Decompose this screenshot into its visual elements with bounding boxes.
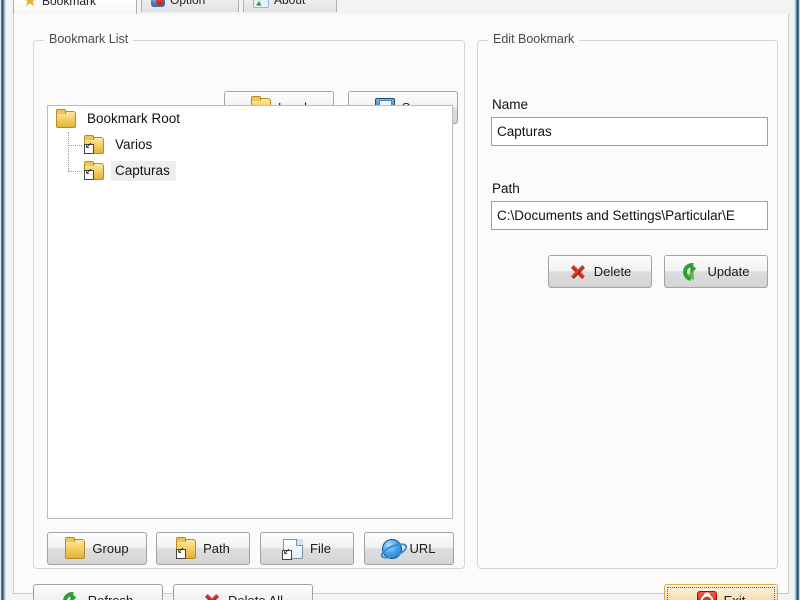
- document-link-icon: [282, 538, 304, 560]
- refresh-button-label: Refresh: [88, 594, 134, 600]
- tab-option-label: Option: [170, 0, 205, 7]
- folder-icon: [65, 536, 86, 559]
- tree-node-label: Varios: [115, 137, 153, 152]
- tab-page-bookmark: Bookmark List Load Save Bookmark Root: [13, 14, 789, 600]
- tab-bookmark[interactable]: Bookmark: [13, 0, 137, 14]
- tree-node-label: Bookmark Root: [87, 111, 181, 126]
- globe-icon: [382, 538, 403, 559]
- add-path-button[interactable]: Path: [156, 532, 250, 565]
- focus-ring: [667, 587, 775, 600]
- refresh-button[interactable]: Refresh: [33, 584, 163, 600]
- add-file-button[interactable]: File: [260, 532, 354, 565]
- tab-about[interactable]: About: [243, 0, 337, 12]
- red-x-icon: [203, 592, 221, 600]
- name-label: Name: [492, 97, 529, 112]
- add-file-button-label: File: [310, 541, 331, 556]
- tab-about-label: About: [274, 0, 305, 7]
- red-x-icon: [569, 263, 587, 281]
- tree-node-root[interactable]: Bookmark Root: [48, 106, 452, 132]
- green-refresh-icon: [59, 587, 85, 600]
- exit-button[interactable]: Exit: [664, 584, 778, 600]
- folder-icon: [56, 108, 76, 128]
- delete-button[interactable]: Delete: [548, 255, 652, 288]
- tree-node-varios[interactable]: Varios: [48, 132, 452, 158]
- add-url-button[interactable]: URL: [364, 532, 454, 565]
- tab-option[interactable]: Option: [141, 0, 239, 12]
- bookmark-star-icon: [23, 0, 37, 7]
- bookmark-list-group: Bookmark List Load Save Bookmark Root: [33, 32, 465, 569]
- folder-link-icon: [84, 160, 104, 180]
- edit-bookmark-group: Edit Bookmark Name Path Delete Update: [477, 32, 778, 569]
- delete-all-button-label: Delete All: [228, 594, 283, 600]
- update-button[interactable]: Update: [664, 255, 768, 288]
- tree-node-capturas[interactable]: Capturas: [48, 158, 452, 184]
- name-input[interactable]: [491, 117, 768, 146]
- folder-link-icon: [84, 134, 104, 154]
- path-label: Path: [492, 181, 520, 196]
- bookmark-tree[interactable]: Bookmark Root Varios: [47, 105, 453, 519]
- application-window: Bookmark Option About Bookmark List: [0, 0, 800, 600]
- delete-all-button[interactable]: Delete All: [173, 584, 313, 600]
- update-button-label: Update: [707, 264, 750, 279]
- option-gear-icon: [151, 0, 165, 7]
- bookmark-list-group-title: Bookmark List: [44, 32, 134, 46]
- add-group-button[interactable]: Group: [47, 532, 147, 565]
- add-group-button-label: Group: [92, 541, 129, 556]
- red-power-icon: [696, 590, 717, 600]
- about-image-icon: [253, 0, 269, 8]
- green-refresh-icon: [678, 258, 705, 285]
- delete-button-label: Delete: [593, 264, 632, 279]
- path-input[interactable]: [491, 201, 768, 230]
- edit-bookmark-group-title: Edit Bookmark: [488, 32, 580, 46]
- exit-button-label: Exit: [724, 594, 746, 600]
- add-url-button-label: URL: [409, 541, 436, 556]
- tree-node-label: Capturas: [111, 161, 176, 181]
- tab-strip: Bookmark Option About: [13, 0, 788, 14]
- folder-link-icon: [176, 536, 197, 559]
- tab-bookmark-label: Bookmark: [42, 0, 97, 8]
- add-path-button-label: Path: [203, 541, 230, 556]
- client-area: Bookmark Option About Bookmark List: [7, 0, 794, 600]
